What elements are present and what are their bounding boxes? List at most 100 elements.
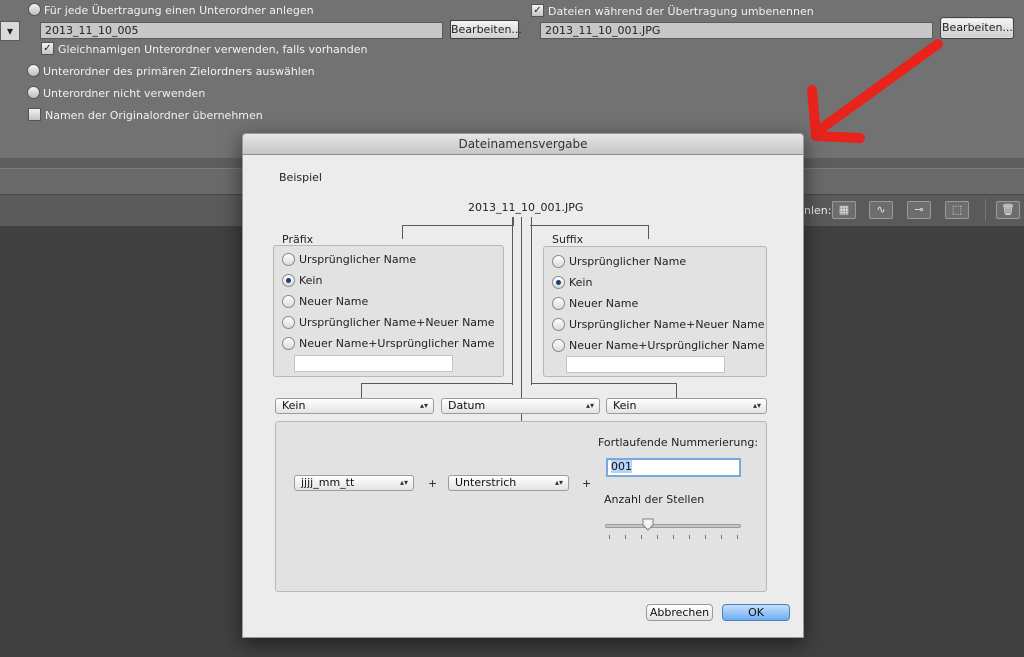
suffix-group: Ursprünglicher Name Kein Neuer Name Ursp… xyxy=(543,246,767,377)
radio-button[interactable] xyxy=(282,295,295,308)
suffix-text-input[interactable] xyxy=(566,356,725,373)
trash-icon[interactable]: 🗑 xyxy=(996,201,1020,219)
prefix-option-original-plus-new[interactable]: Ursprünglicher Name+Neuer Name xyxy=(282,315,497,331)
option-label: Ursprünglicher Name xyxy=(569,255,687,268)
digits-slider[interactable] xyxy=(605,516,741,542)
original-folder-names-checkbox[interactable] xyxy=(28,108,41,121)
separator-popup[interactable]: Unterstrich ▴▾ xyxy=(448,475,569,491)
connector-line xyxy=(402,225,403,239)
slider-tick xyxy=(705,535,706,539)
rename-edit-button[interactable]: Bearbeiten... xyxy=(940,17,1014,39)
rename-files-checkbox[interactable]: ✓ xyxy=(531,4,544,17)
plus-sign: + xyxy=(582,477,592,490)
radio-button-selected[interactable] xyxy=(552,276,565,289)
wave-icon[interactable]: ∿ xyxy=(869,201,893,219)
popup-value: Kein xyxy=(613,399,637,412)
same-name-label: Gleichnamigen Unterordner verwenden, fal… xyxy=(58,43,368,56)
prefix-group: Ursprünglicher Name Kein Neuer Name Ursp… xyxy=(273,245,504,377)
connector-line xyxy=(531,217,532,385)
suffix-popup[interactable]: Kein ▴▾ xyxy=(606,398,767,414)
slider-tick xyxy=(737,535,738,539)
prefix-text-input[interactable] xyxy=(294,355,453,372)
primary-target-subfolder-radio[interactable] xyxy=(27,64,40,77)
folder-dropdown-arrow[interactable]: ▾ xyxy=(0,21,20,41)
no-subfolder-radio[interactable] xyxy=(27,86,40,99)
slider-track xyxy=(605,524,741,528)
subfolder-per-transfer-radio[interactable] xyxy=(28,3,41,16)
connector-line xyxy=(676,383,677,399)
primary-target-subfolder-label: Unterordner des primären Zielordners aus… xyxy=(43,65,315,78)
grid-view-icon[interactable]: ▦ xyxy=(832,201,856,219)
suffix-option-original-plus-new[interactable]: Ursprünglicher Name+Neuer Name xyxy=(552,317,765,333)
detail-settings-area: jjjj_mm_tt ▴▾ + Unterstrich ▴▾ + Fortlau… xyxy=(275,421,767,592)
date-format-popup[interactable]: jjjj_mm_tt ▴▾ xyxy=(294,475,414,491)
radio-button-selected[interactable] xyxy=(282,274,295,287)
numbering-value: 001 xyxy=(611,460,632,473)
file-naming-dialog: Dateinamensvergabe Beispiel 2013_11_10_0… xyxy=(242,133,804,638)
option-label: Ursprünglicher Name xyxy=(299,253,417,266)
dialog-title: Dateinamensvergabe xyxy=(243,134,803,155)
slider-tick xyxy=(673,535,674,539)
slider-tick xyxy=(625,535,626,539)
option-label: Kein xyxy=(569,276,593,289)
example-filename: 2013_11_10_001.JPG xyxy=(468,201,584,214)
rename-files-label: Dateien während der Übertragung umbenenn… xyxy=(548,5,814,18)
option-label: Neuer Name xyxy=(569,297,639,310)
connector-line xyxy=(648,225,649,239)
prefix-popup[interactable]: Kein ▴▾ xyxy=(275,398,434,414)
numbering-input[interactable]: 001 xyxy=(606,458,741,477)
connector-line xyxy=(361,383,362,399)
main-component-popup[interactable]: Datum ▴▾ xyxy=(441,398,600,414)
radio-button[interactable] xyxy=(282,316,295,329)
connector-line xyxy=(512,217,513,385)
prefix-option-original[interactable]: Ursprünglicher Name xyxy=(282,252,497,268)
suffix-label: Suffix xyxy=(552,233,584,246)
option-label: Ursprünglicher Name+Neuer Name xyxy=(299,316,495,329)
suffix-option-none[interactable]: Kein xyxy=(552,275,762,291)
digits-label: Anzahl der Stellen xyxy=(604,493,705,506)
slider-tick xyxy=(657,535,658,539)
checkmark-icon: ✓ xyxy=(533,5,542,16)
subfolder-name-field[interactable]: 2013_11_10_005 xyxy=(40,22,443,39)
same-name-checkbox[interactable]: ✓ xyxy=(41,42,54,55)
connector-line xyxy=(513,217,514,226)
prefix-option-new-plus-original[interactable]: Neuer Name+Ursprünglicher Name xyxy=(282,336,497,352)
toolbar-label: nlen: xyxy=(804,204,832,217)
toolbar-divider xyxy=(985,199,986,221)
no-subfolder-label: Unterordner nicht verwenden xyxy=(43,87,206,100)
slider-knob[interactable] xyxy=(642,518,654,531)
selection-icon[interactable]: ⬚ xyxy=(945,201,969,219)
option-label: Ursprünglicher Name+Neuer Name xyxy=(569,318,765,331)
radio-button[interactable] xyxy=(552,339,565,352)
suffix-option-new[interactable]: Neuer Name xyxy=(552,296,762,312)
suffix-option-new-plus-original[interactable]: Neuer Name+Ursprünglicher Name xyxy=(552,338,765,354)
option-label: Neuer Name xyxy=(299,295,369,308)
ok-button[interactable]: OK xyxy=(722,604,790,621)
rename-preview-field: 2013_11_10_001.JPG xyxy=(540,22,933,39)
option-label: Neuer Name+Ursprünglicher Name xyxy=(569,339,765,352)
original-folder-names-label: Namen der Originalordner übernehmen xyxy=(45,109,263,122)
radio-button[interactable] xyxy=(552,255,565,268)
radio-button[interactable] xyxy=(552,318,565,331)
updown-arrows-icon: ▴▾ xyxy=(752,401,761,410)
slider-ticks xyxy=(605,535,741,540)
subfolder-edit-button[interactable]: Bearbeiten... xyxy=(450,20,522,39)
slider-tick xyxy=(689,535,690,539)
annotation-arrow-icon xyxy=(807,39,943,143)
cancel-button[interactable]: Abbrechen xyxy=(646,604,713,621)
suffix-option-original[interactable]: Ursprünglicher Name xyxy=(552,254,762,270)
radio-button[interactable] xyxy=(282,337,295,350)
popup-value: Unterstrich xyxy=(455,476,517,489)
connector-line xyxy=(361,383,513,384)
slider-tick xyxy=(641,535,642,539)
radio-button[interactable] xyxy=(552,297,565,310)
key-icon[interactable]: ⊸ xyxy=(907,201,931,219)
prefix-option-none[interactable]: Kein xyxy=(282,273,497,289)
plus-sign: + xyxy=(428,477,438,490)
radio-button[interactable] xyxy=(282,253,295,266)
prefix-option-new[interactable]: Neuer Name xyxy=(282,294,497,310)
option-label: Kein xyxy=(299,274,323,287)
subfolder-per-transfer-label: Für jede Übertragung einen Unterordner a… xyxy=(44,4,314,17)
slider-tick xyxy=(721,535,722,539)
updown-arrows-icon: ▴▾ xyxy=(419,401,428,410)
